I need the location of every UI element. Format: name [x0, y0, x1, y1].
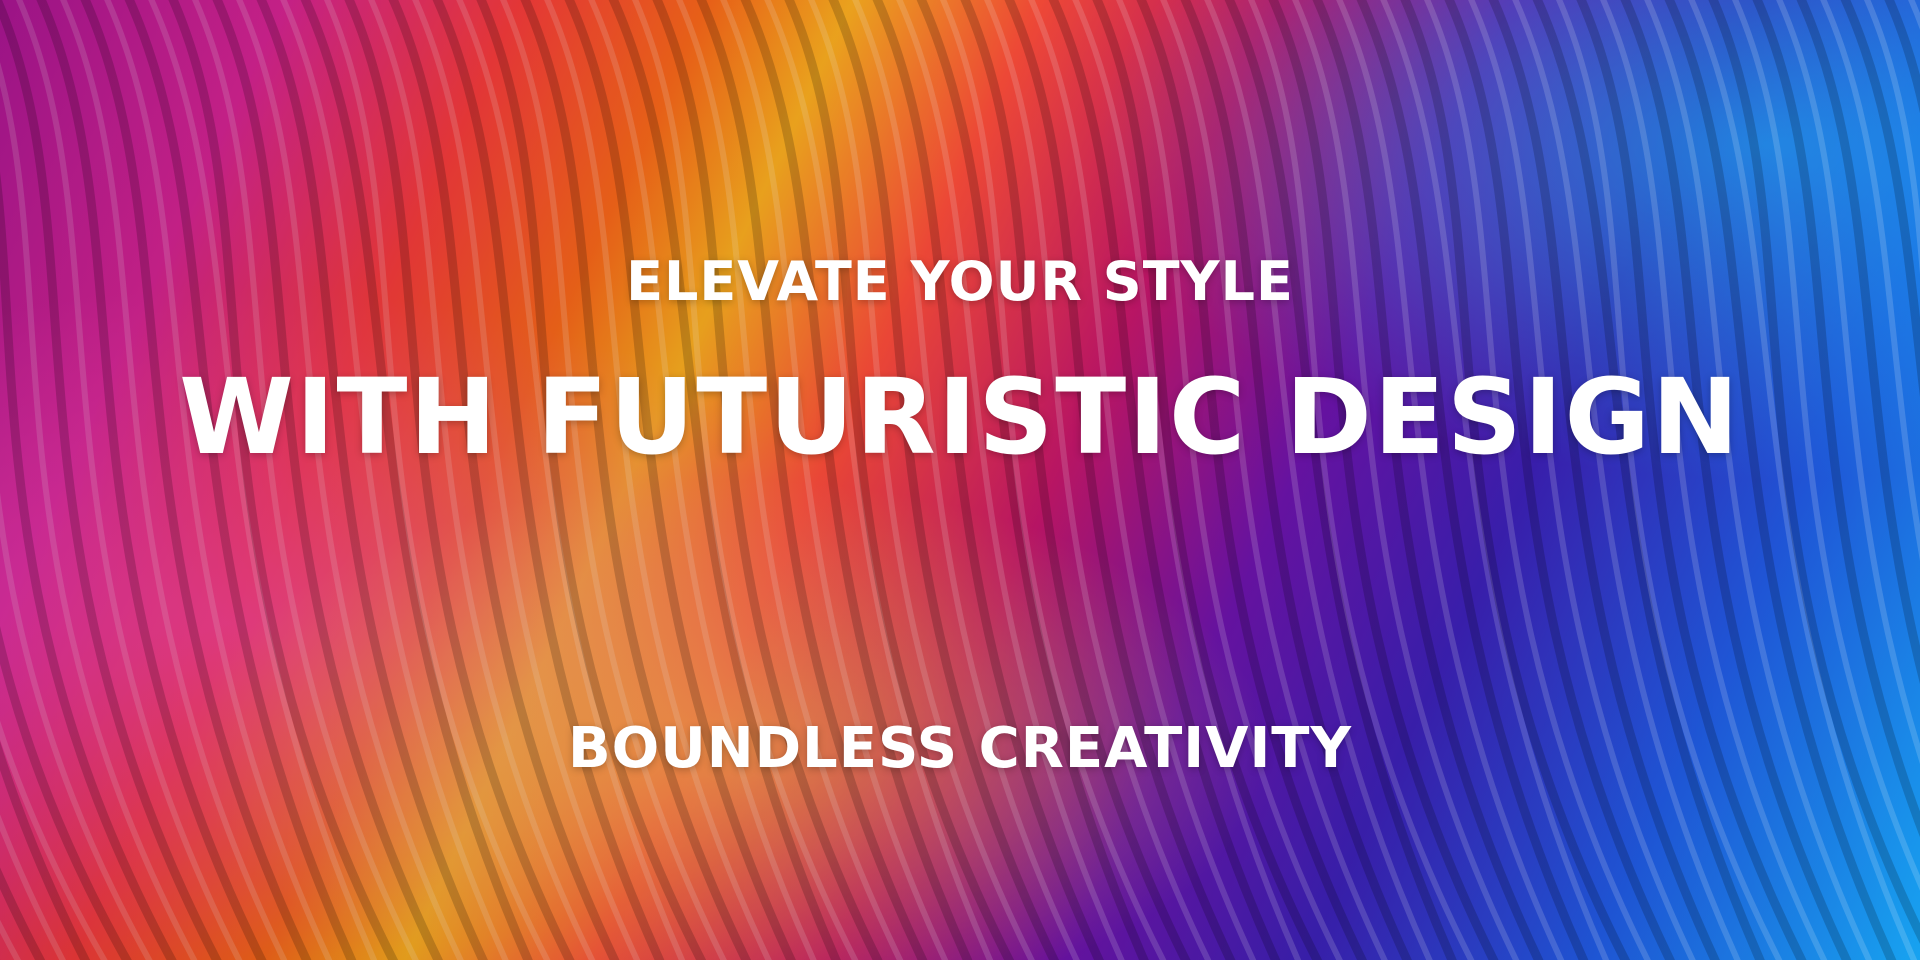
tagline-bottom: BOUNDLESS CREATIVITY	[567, 716, 1353, 781]
tagline-top: ELEVATE YOUR STYLE	[626, 250, 1294, 313]
wave-background	[0, 0, 1920, 960]
hero-banner: ELEVATE YOUR STYLE WITH FUTURISTIC DESIG…	[0, 0, 1920, 960]
main-headline: WITH FUTURISTIC DESIGN	[179, 356, 1741, 478]
